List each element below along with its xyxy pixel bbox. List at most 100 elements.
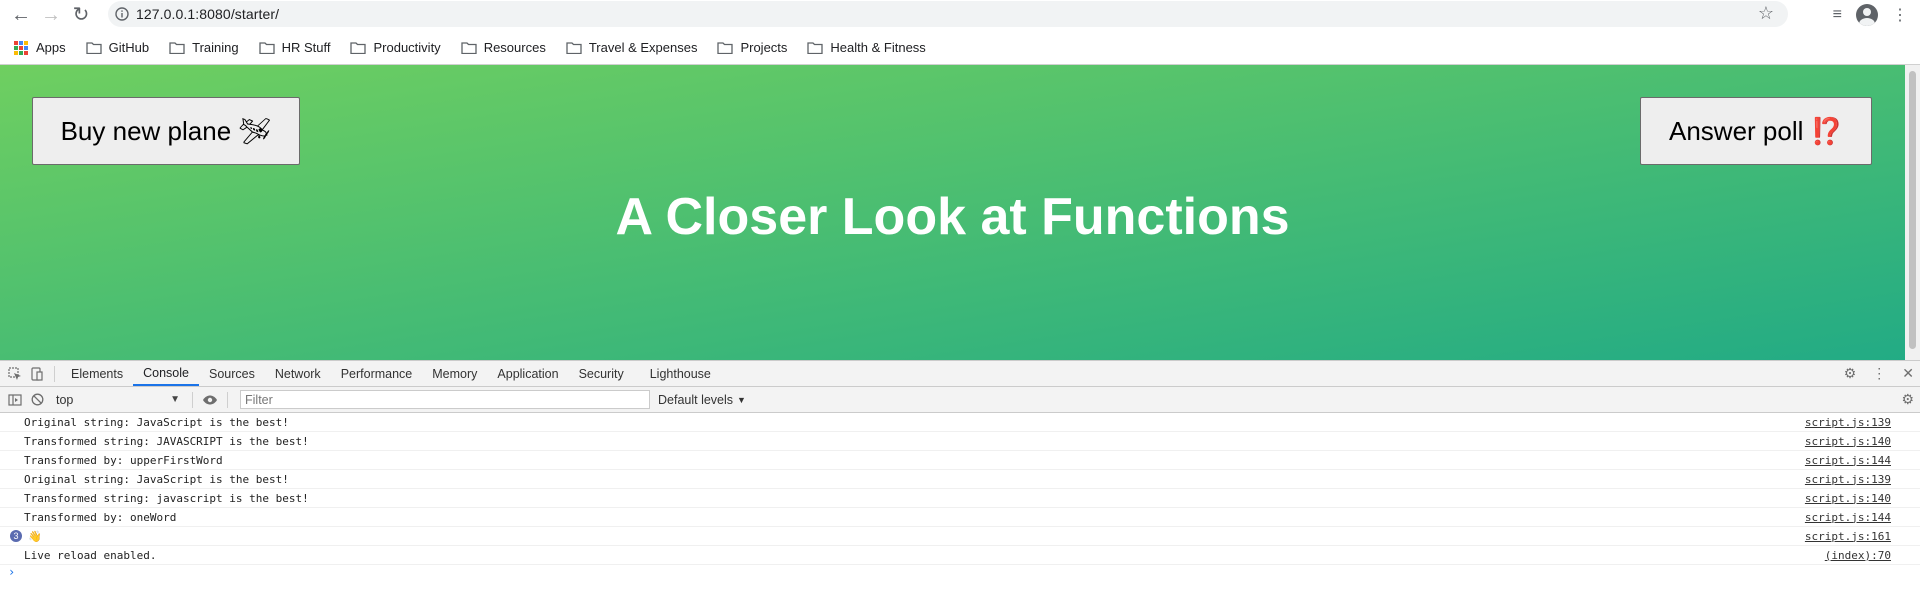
bookmark-folder-health-fitness[interactable]: Health & Fitness	[807, 40, 926, 55]
dropdown-arrow-icon: ▼	[170, 394, 180, 405]
console-prompt-icon[interactable]: ›	[8, 565, 15, 579]
folder-icon	[350, 41, 367, 54]
page-title: A Closer Look at Functions	[615, 188, 1290, 246]
bookmark-label: Apps	[36, 40, 66, 55]
folder-icon	[717, 41, 734, 54]
profile-avatar-icon[interactable]	[1856, 3, 1878, 26]
console-toolbar: top ▼ Default levels ▼ ⚙	[0, 387, 1920, 413]
url-text[interactable]: 127.0.0.1:8080/starter/	[136, 6, 279, 22]
console-message: Live reload enabled. (index):70	[0, 546, 1920, 565]
repeat-count-badge: 3	[10, 530, 22, 542]
bookmark-label: HR Stuff	[281, 40, 331, 55]
reading-list-icon[interactable]: ≡	[1833, 6, 1842, 24]
close-devtools-icon[interactable]: ✕	[1902, 365, 1914, 382]
console-message-grouped: 3 👋 script.js:161	[0, 527, 1920, 546]
bookmark-folder-productivity[interactable]: Productivity	[350, 40, 441, 55]
tab-console[interactable]: Console	[133, 361, 199, 386]
console-filter-input[interactable]	[240, 390, 650, 409]
more-options-icon[interactable]: ⋮	[1872, 365, 1886, 382]
clear-console-icon[interactable]	[26, 393, 48, 406]
console-message: Transformed string: javascript is the be…	[0, 489, 1920, 508]
log-levels-dropdown[interactable]: Default levels ▼	[658, 393, 746, 407]
console-message: Original string: JavaScript is the best!…	[0, 413, 1920, 432]
bookmark-folder-travel-expenses[interactable]: Travel & Expenses	[566, 40, 698, 55]
bookmark-label: Productivity	[373, 40, 441, 55]
more-menu-icon[interactable]: ⋮	[1892, 5, 1908, 25]
tab-memory[interactable]: Memory	[422, 361, 487, 386]
bookmarks-bar: Apps GitHub Training HR Stuff Productivi…	[0, 34, 1920, 61]
source-link[interactable]: script.js:140	[1805, 492, 1891, 505]
source-link[interactable]: script.js:144	[1805, 511, 1891, 524]
buy-new-plane-button[interactable]: Buy new plane 🛩	[32, 97, 300, 165]
tab-sources[interactable]: Sources	[199, 361, 265, 386]
console-settings-gear-icon[interactable]: ⚙	[1901, 391, 1914, 408]
bookmark-label: Travel & Expenses	[588, 40, 698, 55]
divider	[227, 391, 228, 408]
console-message: Transformed by: oneWord script.js:144	[0, 508, 1920, 527]
log-text: Original string: JavaScript is the best!	[24, 415, 289, 429]
source-link[interactable]: script.js:161	[1805, 530, 1891, 543]
inspect-element-icon[interactable]	[4, 366, 26, 381]
source-link[interactable]: script.js:139	[1805, 473, 1891, 486]
console-output: Original string: JavaScript is the best!…	[0, 413, 1920, 595]
site-info-icon[interactable]	[108, 7, 136, 21]
reload-icon[interactable]: ↻	[66, 1, 96, 29]
bookmark-label: GitHub	[108, 40, 150, 55]
answer-poll-button[interactable]: Answer poll ⁉️	[1640, 97, 1872, 165]
forward-arrow-icon[interactable]: →	[36, 1, 66, 29]
console-message: Original string: JavaScript is the best!…	[0, 470, 1920, 489]
browser-toolbar: ← → ↻ 127.0.0.1:8080/starter/ ☆ ≡ ⋮	[0, 0, 1920, 29]
bookmark-star-icon[interactable]: ☆	[1758, 3, 1774, 24]
folder-icon	[807, 41, 824, 54]
tab-application[interactable]: Application	[487, 361, 568, 386]
scrollbar-thumb[interactable]	[1909, 71, 1916, 349]
console-message: Transformed string: JAVASCRIPT is the be…	[0, 432, 1920, 451]
source-link[interactable]: (index):70	[1825, 549, 1891, 562]
apps-grid-icon	[14, 40, 28, 55]
tab-elements[interactable]: Elements	[61, 361, 133, 386]
page-viewport: Buy new plane 🛩 Answer poll ⁉️ A Closer …	[0, 64, 1920, 361]
sidebar-toggle-icon[interactable]	[4, 393, 26, 406]
tab-network[interactable]: Network	[265, 361, 331, 386]
context-value: top	[56, 392, 74, 407]
log-text: Transformed string: javascript is the be…	[24, 491, 309, 505]
log-text: Transformed string: JAVASCRIPT is the be…	[24, 434, 309, 448]
folder-icon	[461, 41, 477, 54]
device-toolbar-icon[interactable]	[26, 366, 48, 381]
bookmark-folder-training[interactable]: Training	[169, 40, 239, 55]
bookmark-folder-resources[interactable]: Resources	[461, 40, 546, 55]
source-link[interactable]: script.js:140	[1805, 435, 1891, 448]
bookmark-label: Health & Fitness	[830, 40, 926, 55]
dropdown-arrow-icon: ▼	[737, 394, 746, 405]
back-arrow-icon[interactable]: ←	[6, 1, 36, 29]
address-bar[interactable]: 127.0.0.1:8080/starter/ ☆	[108, 1, 1788, 27]
folder-icon	[258, 41, 275, 54]
folder-icon	[169, 41, 185, 54]
tab-security[interactable]: Security	[569, 361, 634, 386]
divider	[192, 391, 193, 408]
bookmark-folder-projects[interactable]: Projects	[717, 40, 787, 55]
live-expression-eye-icon[interactable]	[199, 395, 221, 405]
log-text: Transformed by: upperFirstWord	[24, 453, 223, 467]
bookmark-folder-hr-stuff[interactable]: HR Stuff	[258, 40, 331, 55]
bookmark-apps[interactable]: Apps	[14, 40, 66, 55]
console-message: Transformed by: upperFirstWord script.js…	[0, 451, 1920, 470]
log-text: Transformed by: oneWord	[24, 510, 177, 524]
source-link[interactable]: script.js:139	[1805, 416, 1891, 429]
log-levels-label: Default levels	[658, 392, 734, 407]
context-select[interactable]: top ▼	[48, 393, 186, 407]
page-scrollbar[interactable]	[1905, 65, 1920, 361]
settings-gear-icon[interactable]: ⚙	[1844, 365, 1857, 382]
log-text: Original string: JavaScript is the best!	[24, 472, 289, 486]
folder-icon	[566, 41, 582, 54]
bookmark-label: Resources	[483, 40, 546, 55]
tab-lighthouse[interactable]: Lighthouse	[640, 361, 721, 386]
devtools-tabbar: Elements Console Sources Network Perform…	[0, 360, 1920, 387]
source-link[interactable]: script.js:144	[1805, 454, 1891, 467]
tab-performance[interactable]: Performance	[331, 361, 423, 386]
log-text: Live reload enabled.	[24, 548, 157, 562]
bookmark-folder-github[interactable]: GitHub	[85, 40, 150, 55]
divider	[54, 365, 55, 382]
bookmark-label: Projects	[740, 40, 788, 55]
folder-icon	[85, 41, 102, 54]
